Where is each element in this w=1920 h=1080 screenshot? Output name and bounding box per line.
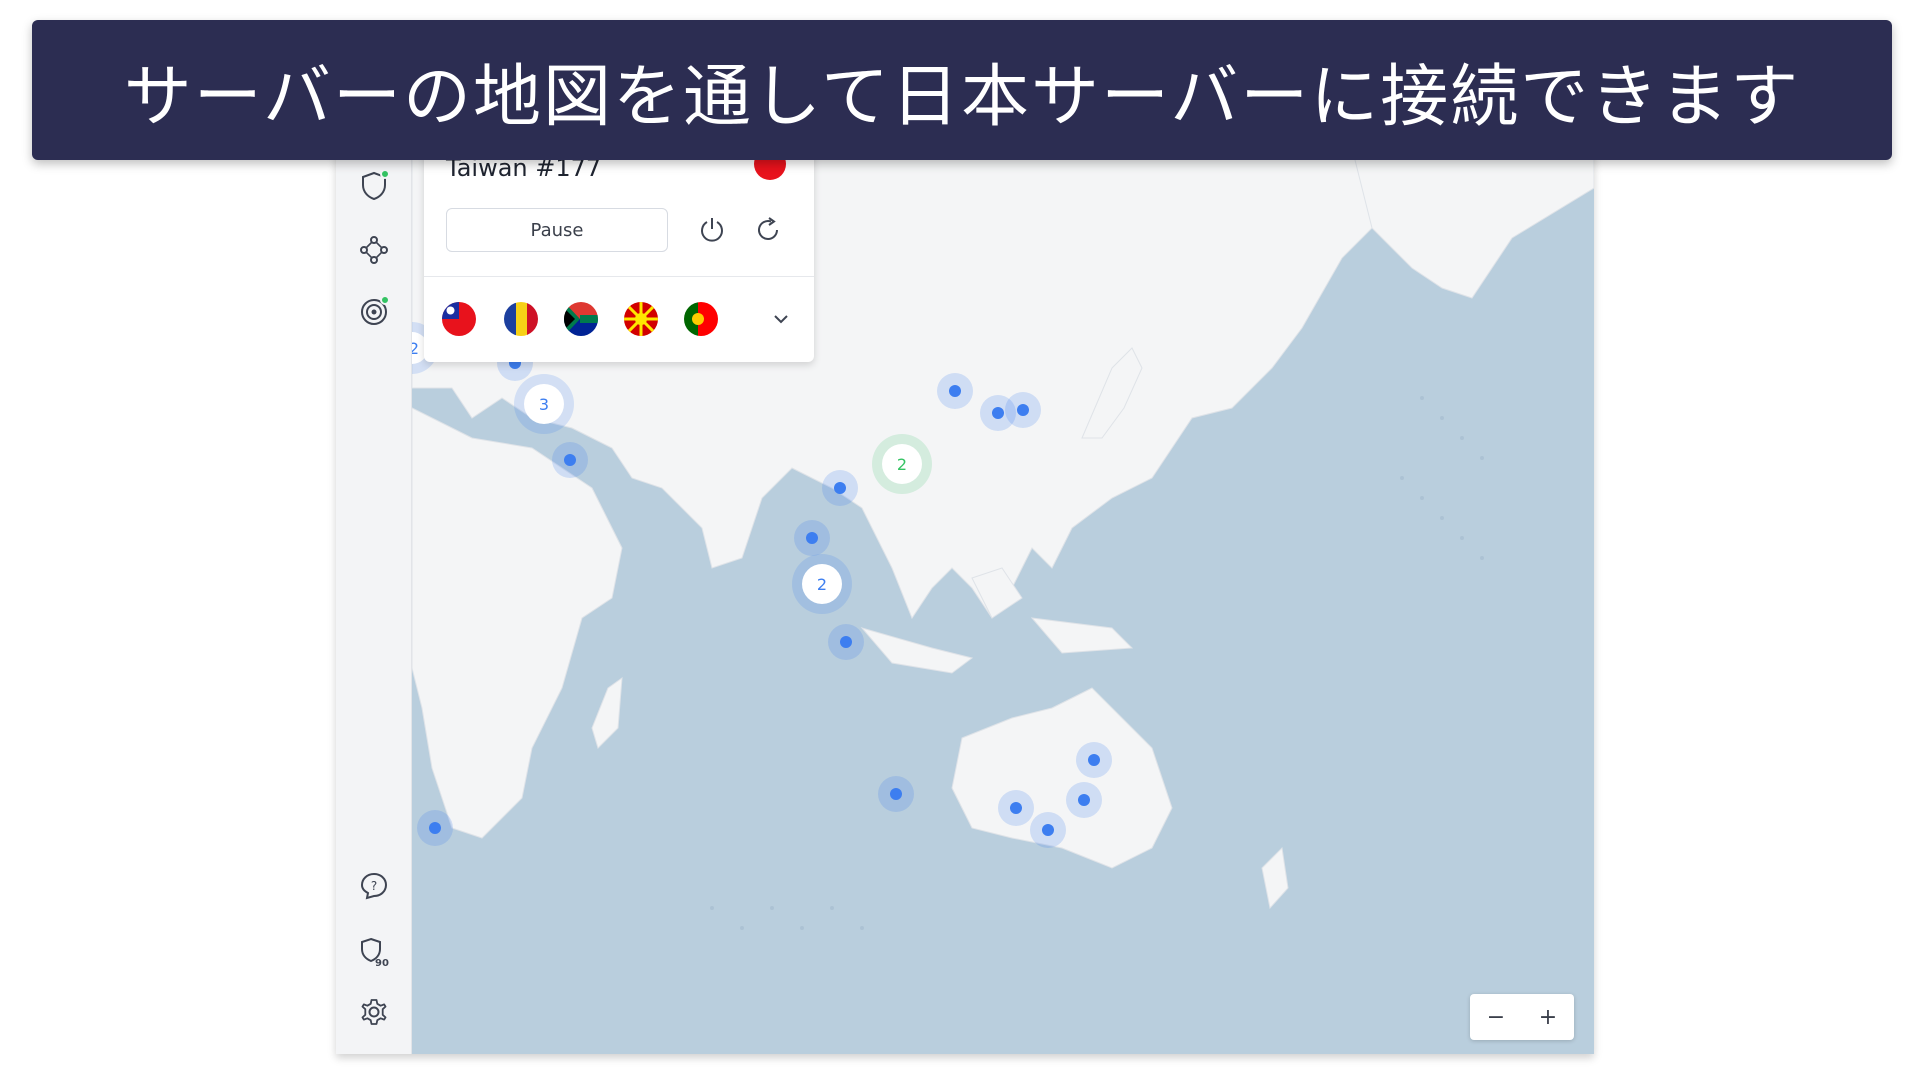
zoom-out-button[interactable]: − [1470,994,1522,1040]
connection-panel: Taiwan #177 Pause [424,148,814,362]
cluster-count: 2 [412,339,419,358]
flag-portugal-button[interactable] [684,302,718,336]
more-flags-button[interactable] [764,302,798,336]
reconnect-button[interactable] [750,212,786,248]
status-dot [380,169,390,179]
cluster-count: 2 [817,575,827,594]
help-button[interactable]: ? [356,868,392,904]
help-icon: ? [360,872,388,900]
meshnet-button[interactable] [356,232,392,268]
zoom-in-button[interactable]: + [1522,994,1574,1040]
power-icon [701,218,723,242]
flag-north-macedonia-button[interactable] [624,302,658,336]
cluster-count: 3 [539,395,549,414]
threat-protection-button[interactable] [356,294,392,330]
vpn-shield-button[interactable] [356,168,392,204]
svg-text:?: ? [371,879,377,893]
north-macedonia-flag-icon [624,302,658,336]
caption-banner: サーバーの地図を通して日本サーバーに接続できます [32,20,1892,160]
cluster-2-taiwan: 2 [872,434,932,494]
settings-button[interactable] [356,994,392,1030]
settings-icon [361,999,387,1025]
panel-divider [424,276,814,277]
pause-button[interactable]: Pause [446,208,668,252]
cluster-3: 3 [514,374,574,434]
caption-text: サーバーの地図を通して日本サーバーに接続できます [123,57,1801,137]
shield-90-icon: 90 [361,937,389,968]
disconnect-button[interactable] [694,212,730,248]
taiwan-flag-icon [442,302,476,336]
meshnet-icon [360,236,388,264]
protection-score-button[interactable]: 90 [356,934,392,970]
cluster-2-malaysia: 2 [792,554,852,614]
flag-south-africa-button[interactable] [564,302,598,336]
cluster-count: 2 [897,455,907,474]
status-dot [380,295,390,305]
flag-romania-button[interactable] [504,302,538,336]
chevron-down-icon [774,315,788,324]
south-africa-flag-icon [564,302,598,336]
portugal-flag-icon [684,302,718,336]
flag-taiwan-button[interactable] [442,302,476,336]
svg-text:90: 90 [375,958,389,968]
zoom-control: − + [1470,994,1574,1040]
sidebar: ? 90 [336,148,412,1054]
refresh-icon [758,217,778,240]
romania-flag-icon [504,302,538,336]
vpn-app-window: ? 90 2 3 2 2 Taiwan #177 Pause − + [336,148,1594,1054]
